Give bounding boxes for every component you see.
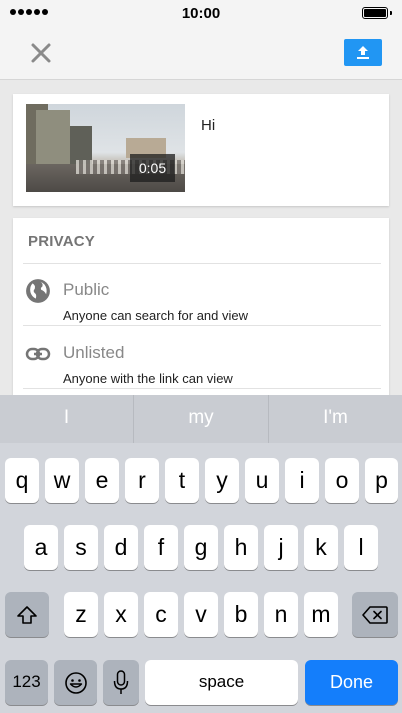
keyboard: I my I'm q w e r t y u i o p a s d f g h… bbox=[0, 395, 402, 713]
space-key[interactable]: space bbox=[145, 660, 298, 705]
video-card: 0:05 Hi bbox=[13, 94, 389, 206]
key-r[interactable]: r bbox=[125, 458, 159, 503]
emoji-key[interactable] bbox=[54, 660, 97, 705]
key-n[interactable]: n bbox=[264, 592, 298, 637]
privacy-option-unlisted[interactable]: Unlisted Anyone with the link can view bbox=[13, 333, 389, 393]
status-time: 10:00 bbox=[181, 5, 221, 22]
key-q[interactable]: q bbox=[5, 458, 39, 503]
close-button[interactable] bbox=[26, 38, 56, 68]
privacy-option-description: Anyone with the link can view bbox=[63, 371, 233, 386]
key-l[interactable]: l bbox=[344, 525, 378, 570]
shift-key[interactable] bbox=[5, 592, 49, 637]
key-m[interactable]: m bbox=[304, 592, 338, 637]
globe-icon bbox=[26, 279, 50, 303]
upload-icon bbox=[357, 46, 369, 59]
privacy-option-title: Unlisted bbox=[63, 343, 125, 362]
key-o[interactable]: o bbox=[325, 458, 359, 503]
key-v[interactable]: v bbox=[184, 592, 218, 637]
key-z[interactable]: z bbox=[64, 592, 98, 637]
privacy-option-description: Anyone can search for and view bbox=[63, 308, 248, 323]
app-bar bbox=[0, 26, 402, 80]
key-u[interactable]: u bbox=[245, 458, 279, 503]
key-b[interactable]: b bbox=[224, 592, 258, 637]
privacy-option-public[interactable]: Public Anyone can search for and view bbox=[13, 270, 389, 330]
status-bar: 10:00 bbox=[0, 0, 402, 26]
video-title[interactable]: Hi bbox=[201, 117, 215, 134]
divider bbox=[23, 325, 381, 326]
video-thumbnail[interactable]: 0:05 bbox=[26, 104, 185, 192]
backspace-icon bbox=[362, 605, 388, 624]
divider bbox=[23, 263, 381, 264]
emoji-icon bbox=[64, 671, 87, 694]
key-c[interactable]: c bbox=[144, 592, 178, 637]
shift-icon bbox=[17, 605, 37, 624]
close-icon bbox=[31, 43, 51, 63]
video-duration: 0:05 bbox=[130, 154, 175, 182]
key-j[interactable]: j bbox=[264, 525, 298, 570]
privacy-heading: PRIVACY bbox=[28, 233, 95, 250]
key-s[interactable]: s bbox=[64, 525, 98, 570]
key-k[interactable]: k bbox=[304, 525, 338, 570]
battery-icon bbox=[362, 7, 392, 19]
key-g[interactable]: g bbox=[184, 525, 218, 570]
numbers-key[interactable]: 123 bbox=[5, 660, 48, 705]
done-key[interactable]: Done bbox=[305, 660, 398, 705]
delete-key[interactable] bbox=[352, 592, 398, 637]
key-p[interactable]: p bbox=[365, 458, 398, 503]
key-t[interactable]: t bbox=[165, 458, 199, 503]
key-a[interactable]: a bbox=[24, 525, 58, 570]
key-y[interactable]: y bbox=[205, 458, 239, 503]
key-d[interactable]: d bbox=[104, 525, 138, 570]
key-h[interactable]: h bbox=[224, 525, 258, 570]
upload-button[interactable] bbox=[344, 39, 382, 66]
privacy-option-title: Public bbox=[63, 280, 110, 299]
key-i[interactable]: i bbox=[285, 458, 319, 503]
suggestion-item[interactable]: my bbox=[134, 395, 268, 443]
suggestion-bar: I my I'm bbox=[0, 395, 402, 443]
key-f[interactable]: f bbox=[144, 525, 178, 570]
divider bbox=[23, 388, 381, 389]
link-icon bbox=[25, 347, 51, 361]
key-w[interactable]: w bbox=[45, 458, 79, 503]
suggestion-item[interactable]: I'm bbox=[269, 395, 402, 443]
dictation-key[interactable] bbox=[103, 660, 139, 705]
suggestion-item[interactable]: I bbox=[0, 395, 133, 443]
microphone-icon bbox=[113, 669, 129, 694]
key-e[interactable]: e bbox=[85, 458, 119, 503]
privacy-card: PRIVACY Public Anyone can search for and… bbox=[13, 218, 389, 408]
key-x[interactable]: x bbox=[104, 592, 138, 637]
